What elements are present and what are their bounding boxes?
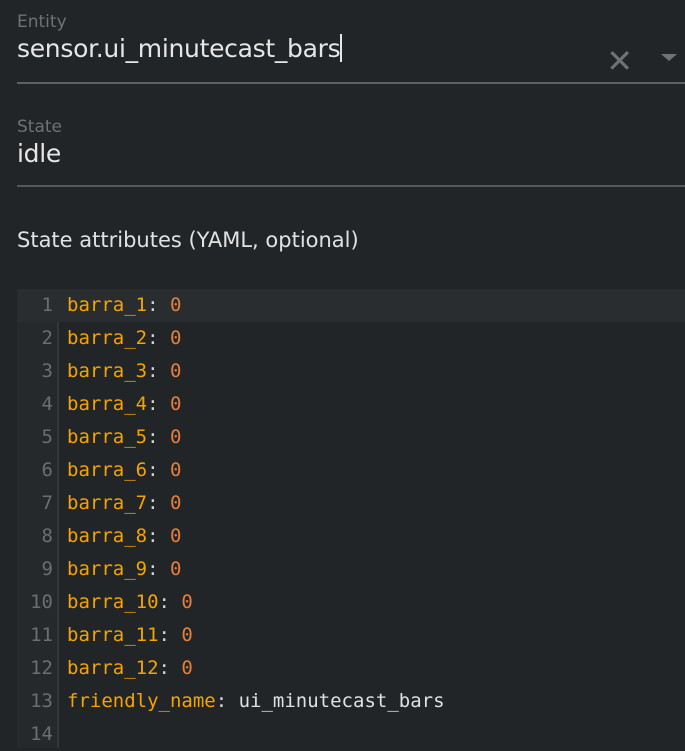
code-line[interactable]: 7 barra_7: 0 xyxy=(17,487,685,520)
yaml-key: barra_5 xyxy=(67,426,148,448)
entity-label: Entity xyxy=(17,12,67,32)
yaml-key: barra_1 xyxy=(67,294,148,316)
yaml-value: 0 xyxy=(169,525,182,547)
yaml-value: 0 xyxy=(169,294,182,316)
state-underline xyxy=(17,185,685,187)
line-number: 9 xyxy=(41,558,53,580)
code-line[interactable]: 9 barra_9: 0 xyxy=(17,553,685,586)
state-label: State xyxy=(17,117,62,137)
code-content: barra_9: 0 xyxy=(67,553,181,586)
line-number: 3 xyxy=(41,360,53,382)
yaml-value: 0 xyxy=(169,327,182,349)
code-content: barra_11: 0 xyxy=(67,619,193,652)
code-line[interactable]: 14 xyxy=(17,718,685,751)
state-input[interactable]: idle xyxy=(17,139,685,168)
yaml-colon: : xyxy=(147,459,170,481)
line-number: 10 xyxy=(30,591,53,613)
line-number: 4 xyxy=(41,393,53,415)
code-content: barra_10: 0 xyxy=(67,586,193,619)
code-content: barra_1: 0 xyxy=(67,289,181,322)
yaml-value: 0 xyxy=(169,459,182,481)
yaml-value: 0 xyxy=(169,492,182,514)
code-content: barra_7: 0 xyxy=(67,487,181,520)
yaml-key: barra_2 xyxy=(67,327,148,349)
yaml-colon: : xyxy=(158,591,182,613)
line-number: 6 xyxy=(41,459,53,481)
yaml-colon: : xyxy=(147,294,170,316)
code-content: barra_3: 0 xyxy=(67,355,181,388)
yaml-key: barra_12 xyxy=(67,657,159,679)
yaml-key: friendly_name xyxy=(67,690,216,712)
code-content: barra_2: 0 xyxy=(67,322,181,355)
code-line[interactable]: 12 barra_12: 0 xyxy=(17,652,685,685)
caret-down-icon[interactable] xyxy=(661,54,677,61)
yaml-key: barra_9 xyxy=(67,558,148,580)
yaml-colon: : xyxy=(147,492,170,514)
yaml-value: 0 xyxy=(169,393,182,415)
yaml-colon: : xyxy=(147,393,170,415)
code-line[interactable]: 6 barra_6: 0 xyxy=(17,454,685,487)
line-number: 7 xyxy=(41,492,53,514)
yaml-colon: : xyxy=(147,360,170,382)
yaml-key: barra_4 xyxy=(67,393,148,415)
attributes-label: State attributes (YAML, optional) xyxy=(17,228,359,252)
yaml-value: 0 xyxy=(181,657,193,679)
code-line[interactable]: 8 barra_8: 0 xyxy=(17,520,685,553)
yaml-key: barra_6 xyxy=(67,459,148,481)
state-field[interactable]: State idle xyxy=(17,117,685,189)
entity-field[interactable]: Entity sensor.ui_minutecast_bars ✕ xyxy=(17,12,685,84)
entity-input[interactable]: sensor.ui_minutecast_bars xyxy=(17,34,685,63)
line-number: 2 xyxy=(41,327,53,349)
yaml-colon: : xyxy=(147,426,170,448)
yaml-value: 0 xyxy=(181,624,193,646)
code-content: barra_4: 0 xyxy=(67,388,181,421)
code-line[interactable]: 11 barra_11: 0 xyxy=(17,619,685,652)
yaml-key: barra_3 xyxy=(67,360,148,382)
yaml-key: barra_10 xyxy=(67,591,159,613)
yaml-colon: : xyxy=(147,558,170,580)
close-icon[interactable]: ✕ xyxy=(606,45,633,77)
code-line[interactable]: 2 barra_2: 0 xyxy=(17,322,685,355)
code-line[interactable]: 5 barra_5: 0 xyxy=(17,421,685,454)
line-number: 8 xyxy=(41,525,53,547)
line-number: 5 xyxy=(41,426,53,448)
code-line[interactable]: 1 barra_1: 0 xyxy=(17,289,685,322)
yaml-colon: : xyxy=(147,327,170,349)
entity-underline xyxy=(17,82,685,84)
yaml-colon: : xyxy=(147,525,170,547)
code-line[interactable]: 3 barra_3: 0 xyxy=(17,355,685,388)
yaml-colon: : xyxy=(215,690,239,712)
entity-value: sensor.ui_minutecast_bars xyxy=(17,34,341,63)
yaml-value: 0 xyxy=(169,426,182,448)
code-content: barra_6: 0 xyxy=(67,454,181,487)
code-line[interactable]: 10 barra_10: 0 xyxy=(17,586,685,619)
yaml-value: 0 xyxy=(169,360,182,382)
yaml-colon: : xyxy=(158,624,182,646)
code-line[interactable]: 4 barra_4: 0 xyxy=(17,388,685,421)
code-line[interactable]: 13 friendly_name: ui_minutecast_bars xyxy=(17,685,685,718)
yaml-editor[interactable]: 1 barra_1: 0 2 barra_2: 0 3 barra_3: 0 4 barra_… xyxy=(17,289,685,748)
yaml-key: barra_7 xyxy=(67,492,148,514)
yaml-value: ui_minutecast_bars xyxy=(238,690,445,712)
line-number: 11 xyxy=(30,624,53,646)
yaml-value: 0 xyxy=(181,591,193,613)
code-content: barra_8: 0 xyxy=(67,520,181,553)
line-number: 13 xyxy=(30,690,53,712)
yaml-value: 0 xyxy=(169,558,182,580)
code-content: friendly_name: ui_minutecast_bars xyxy=(67,685,445,718)
line-number: 1 xyxy=(41,294,53,316)
yaml-key: barra_8 xyxy=(67,525,148,547)
yaml-colon: : xyxy=(158,657,182,679)
code-content: barra_12: 0 xyxy=(67,652,193,685)
code-content: barra_5: 0 xyxy=(67,421,181,454)
line-number: 14 xyxy=(30,723,53,745)
text-cursor xyxy=(340,34,343,62)
line-number: 12 xyxy=(30,657,53,679)
yaml-key: barra_11 xyxy=(67,624,159,646)
